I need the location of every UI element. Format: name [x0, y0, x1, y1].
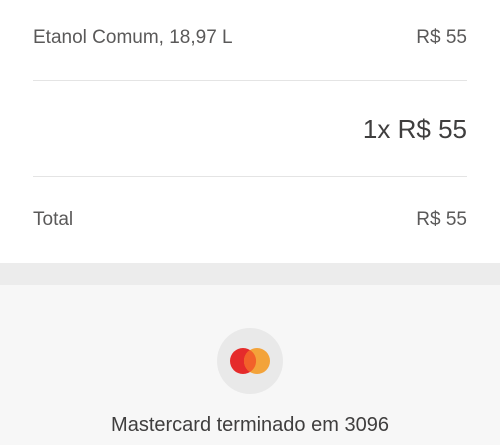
fuel-line: Etanol Comum, 18,97 L R$ 55 [33, 22, 467, 54]
order-summary: Etanol Comum, 18,97 L R$ 55 1x R$ 55 Tot… [0, 0, 500, 263]
divider [33, 80, 467, 81]
mastercard-icon [217, 328, 283, 394]
total-line: Total R$ 55 [33, 204, 467, 236]
quantity-price: 1x R$ 55 [362, 113, 467, 144]
total-price: R$ 55 [416, 209, 467, 230]
fuel-line-price: R$ 55 [416, 27, 467, 48]
card-description: Mastercard terminado em 3096 [111, 414, 389, 436]
total-label: Total [33, 209, 74, 230]
payment-method-section: Mastercard terminado em 3096 [0, 285, 500, 445]
quantity-line: 1x R$ 55 [33, 110, 467, 148]
fuel-line-label: Etanol Comum, 18,97 L [33, 27, 233, 48]
section-separator [0, 263, 500, 285]
divider [33, 176, 467, 177]
